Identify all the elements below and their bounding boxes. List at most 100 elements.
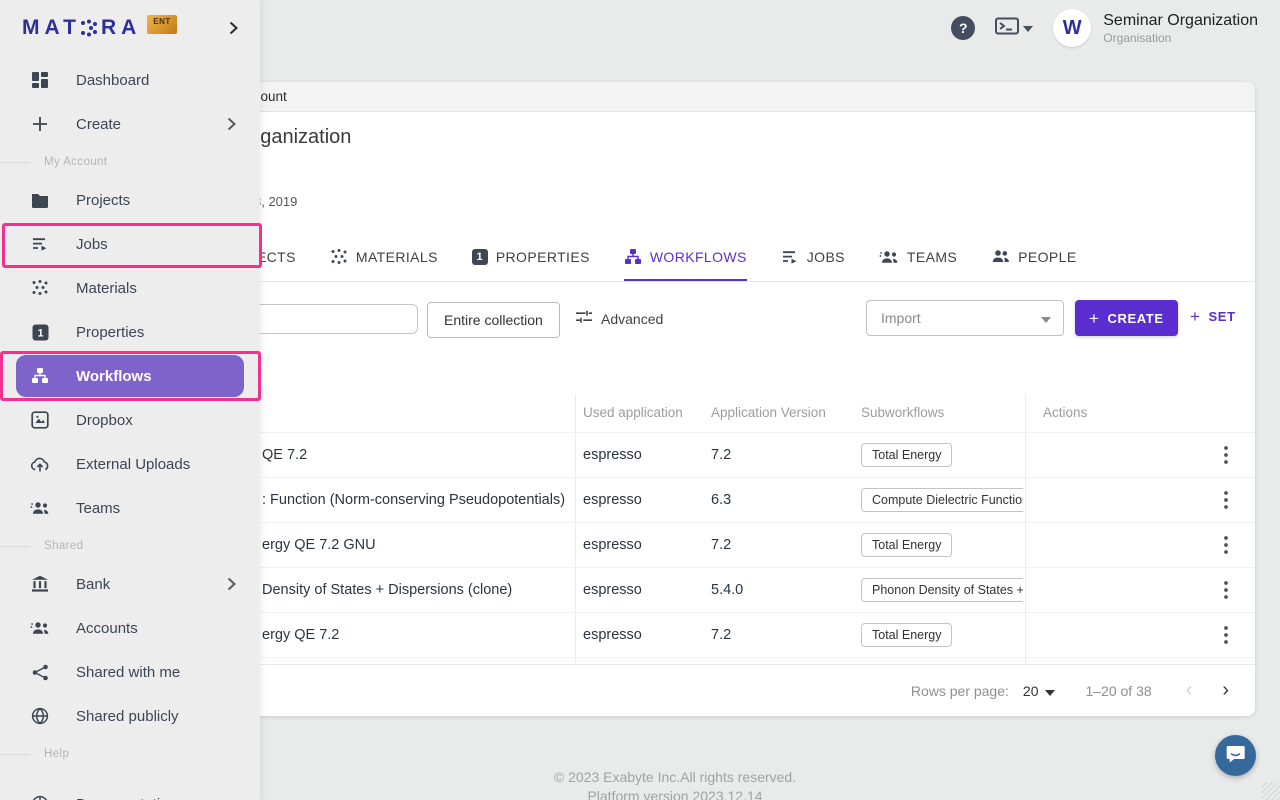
used-application: espresso: [583, 433, 642, 477]
sidebar-item-label: Workflows: [76, 368, 152, 385]
sidebar-item-dashboard[interactable]: Dashboard: [0, 58, 260, 102]
sidebar-item-label: External Uploads: [76, 456, 190, 473]
sidebar-item-jobs[interactable]: Jobs: [0, 222, 260, 266]
subworkflow-cell: Total Energy: [861, 613, 1023, 657]
subworkflow-cell: Phonon Density of States + D: [861, 568, 1023, 612]
sidebar-item-external-uploads[interactable]: External Uploads: [0, 442, 260, 486]
column-header-application-version: Application Version: [711, 394, 826, 432]
sidebar-item-shared-with-me[interactable]: Shared with me: [0, 650, 260, 694]
subworkflow-cell: Compute Dielectric Function: [861, 478, 1023, 522]
tab-jobs[interactable]: JOBS: [781, 232, 845, 281]
materials-icon: [30, 279, 50, 297]
set-button[interactable]: + SET: [1190, 308, 1236, 325]
help-icon[interactable]: ?: [951, 16, 975, 40]
materials-icon: [330, 248, 348, 266]
console-dropdown-icon[interactable]: [995, 17, 1033, 40]
sidebar-item-accounts[interactable]: Accounts: [0, 606, 260, 650]
table-row: ergy QE 7.2 GNUespresso7.2Total Energy: [150, 523, 1255, 568]
entire-collection-button[interactable]: Entire collection: [427, 302, 560, 338]
sidebar-item-label: Shared publicly: [76, 708, 179, 725]
toolbar: Entire collection Advanced Import + CREA…: [150, 300, 1255, 342]
chat-bubble-icon: [1225, 743, 1246, 769]
table-row: Density of States + Dispersions (clone)e…: [150, 568, 1255, 613]
subworkflow-chip[interactable]: Total Energy: [861, 443, 952, 467]
next-page-button[interactable]: ›: [1222, 679, 1229, 702]
table-row: ergy QE 7.2espresso7.2Total Energy: [150, 613, 1255, 658]
tab-label: WORKFLOWS: [650, 249, 747, 265]
doc-icon: [30, 795, 50, 800]
breadcrumb[interactable]: Account: [150, 82, 1255, 112]
rows-per-page-select[interactable]: 20: [1023, 683, 1056, 699]
advanced-label: Advanced: [601, 311, 663, 327]
share-icon: [30, 664, 50, 681]
tab-people[interactable]: PEOPLE: [991, 232, 1076, 281]
subworkflow-chip[interactable]: Compute Dielectric Function: [861, 488, 1023, 512]
row-actions-menu-icon[interactable]: [1214, 613, 1238, 657]
row-actions-menu-icon[interactable]: [1214, 523, 1238, 567]
row-actions-menu-icon[interactable]: [1214, 568, 1238, 612]
people-icon: [30, 620, 50, 636]
sidebar-item-teams[interactable]: Teams: [0, 486, 260, 530]
sidebar-item-label: Dashboard: [76, 72, 149, 89]
sidebar-item-label: Bank: [76, 576, 110, 593]
workflow-name: ergy QE 7.2: [262, 613, 339, 657]
tab-label: MATERIALS: [356, 249, 438, 265]
bank-icon: [30, 575, 50, 593]
tab-materials[interactable]: MATERIALS: [330, 232, 438, 281]
svg-text:1: 1: [37, 327, 43, 339]
sidebar-item-dropbox[interactable]: Dropbox: [0, 398, 260, 442]
ent-badge: ENT: [147, 15, 177, 34]
sidebar-item-label: Dropbox: [76, 412, 133, 429]
folder-icon: [30, 192, 50, 208]
tab-label: PEOPLE: [1018, 249, 1076, 265]
sidebar-item-create[interactable]: Create: [0, 102, 260, 146]
sidebar-item-properties[interactable]: 1 Properties: [0, 310, 260, 354]
previous-page-button[interactable]: ‹: [1186, 679, 1193, 702]
main-content-card: Account Seminar Organization 3, 2019 PRO…: [150, 82, 1255, 716]
sidebar-item-materials[interactable]: Materials: [0, 266, 260, 310]
sidebar-item-label: Create: [76, 116, 121, 133]
subworkflow-chip[interactable]: Total Energy: [861, 623, 952, 647]
application-version: 6.3: [711, 478, 731, 522]
sidebar-section-help: Help: [0, 738, 260, 770]
row-actions-menu-icon[interactable]: [1214, 433, 1238, 477]
sidebar-item-projects[interactable]: Projects: [0, 178, 260, 222]
sidebar-item-label: Projects: [76, 192, 130, 209]
subworkflow-chip[interactable]: Phonon Density of States + D: [861, 578, 1023, 602]
plus-icon: +: [1190, 308, 1201, 325]
workflow-name: ergy QE 7.2 GNU: [262, 523, 376, 567]
member-date: 3, 2019: [254, 194, 297, 209]
application-version: 7.2: [711, 613, 731, 657]
workflows-table: Used applicationApplication VersionSubwo…: [150, 394, 1255, 664]
sidebar-item-label: Properties: [76, 324, 144, 341]
sidebar-item-shared-publicly[interactable]: Shared publicly: [0, 694, 260, 738]
used-application: espresso: [583, 523, 642, 567]
subworkflow-cell: Total Energy: [861, 433, 1023, 477]
account-menu[interactable]: W Seminar Organization Organisation: [1053, 9, 1258, 47]
import-dropdown[interactable]: Import: [866, 300, 1064, 336]
sidebar-item-bank[interactable]: Bank: [0, 562, 260, 606]
advanced-filters-button[interactable]: Advanced: [575, 309, 663, 328]
tab-label: TEAMS: [907, 249, 957, 265]
application-version: 7.2: [711, 433, 731, 477]
sidebar-header: MAT RA ENT: [0, 0, 260, 56]
org-name: Seminar Organization: [1103, 11, 1258, 31]
sidebar-item-documentation[interactable]: Documentation: [0, 782, 260, 800]
table-row: : Function (Norm-conserving Pseudopotent…: [150, 478, 1255, 523]
jobs-icon: [781, 249, 799, 265]
tab-properties[interactable]: 1PROPERTIES: [472, 232, 590, 281]
mat3ra-logo[interactable]: MAT RA ENT: [22, 16, 177, 40]
subworkflow-cell: Total Energy: [861, 523, 1023, 567]
sidebar-item-label: Jobs: [76, 236, 108, 253]
tab-teams[interactable]: TEAMS: [879, 232, 957, 281]
table-header: Used applicationApplication VersionSubwo…: [150, 394, 1255, 433]
chat-launcher-button[interactable]: [1215, 735, 1256, 776]
org-type-label: Organisation: [1103, 31, 1258, 46]
tab-workflows[interactable]: WORKFLOWS: [624, 232, 747, 281]
chevron-right-icon: [227, 577, 236, 591]
create-button[interactable]: + CREATE: [1075, 300, 1178, 336]
row-actions-menu-icon[interactable]: [1214, 478, 1238, 522]
sidebar-collapse-icon[interactable]: [229, 21, 238, 35]
sidebar-item-workflows[interactable]: Workflows: [16, 355, 244, 397]
subworkflow-chip[interactable]: Total Energy: [861, 533, 952, 557]
